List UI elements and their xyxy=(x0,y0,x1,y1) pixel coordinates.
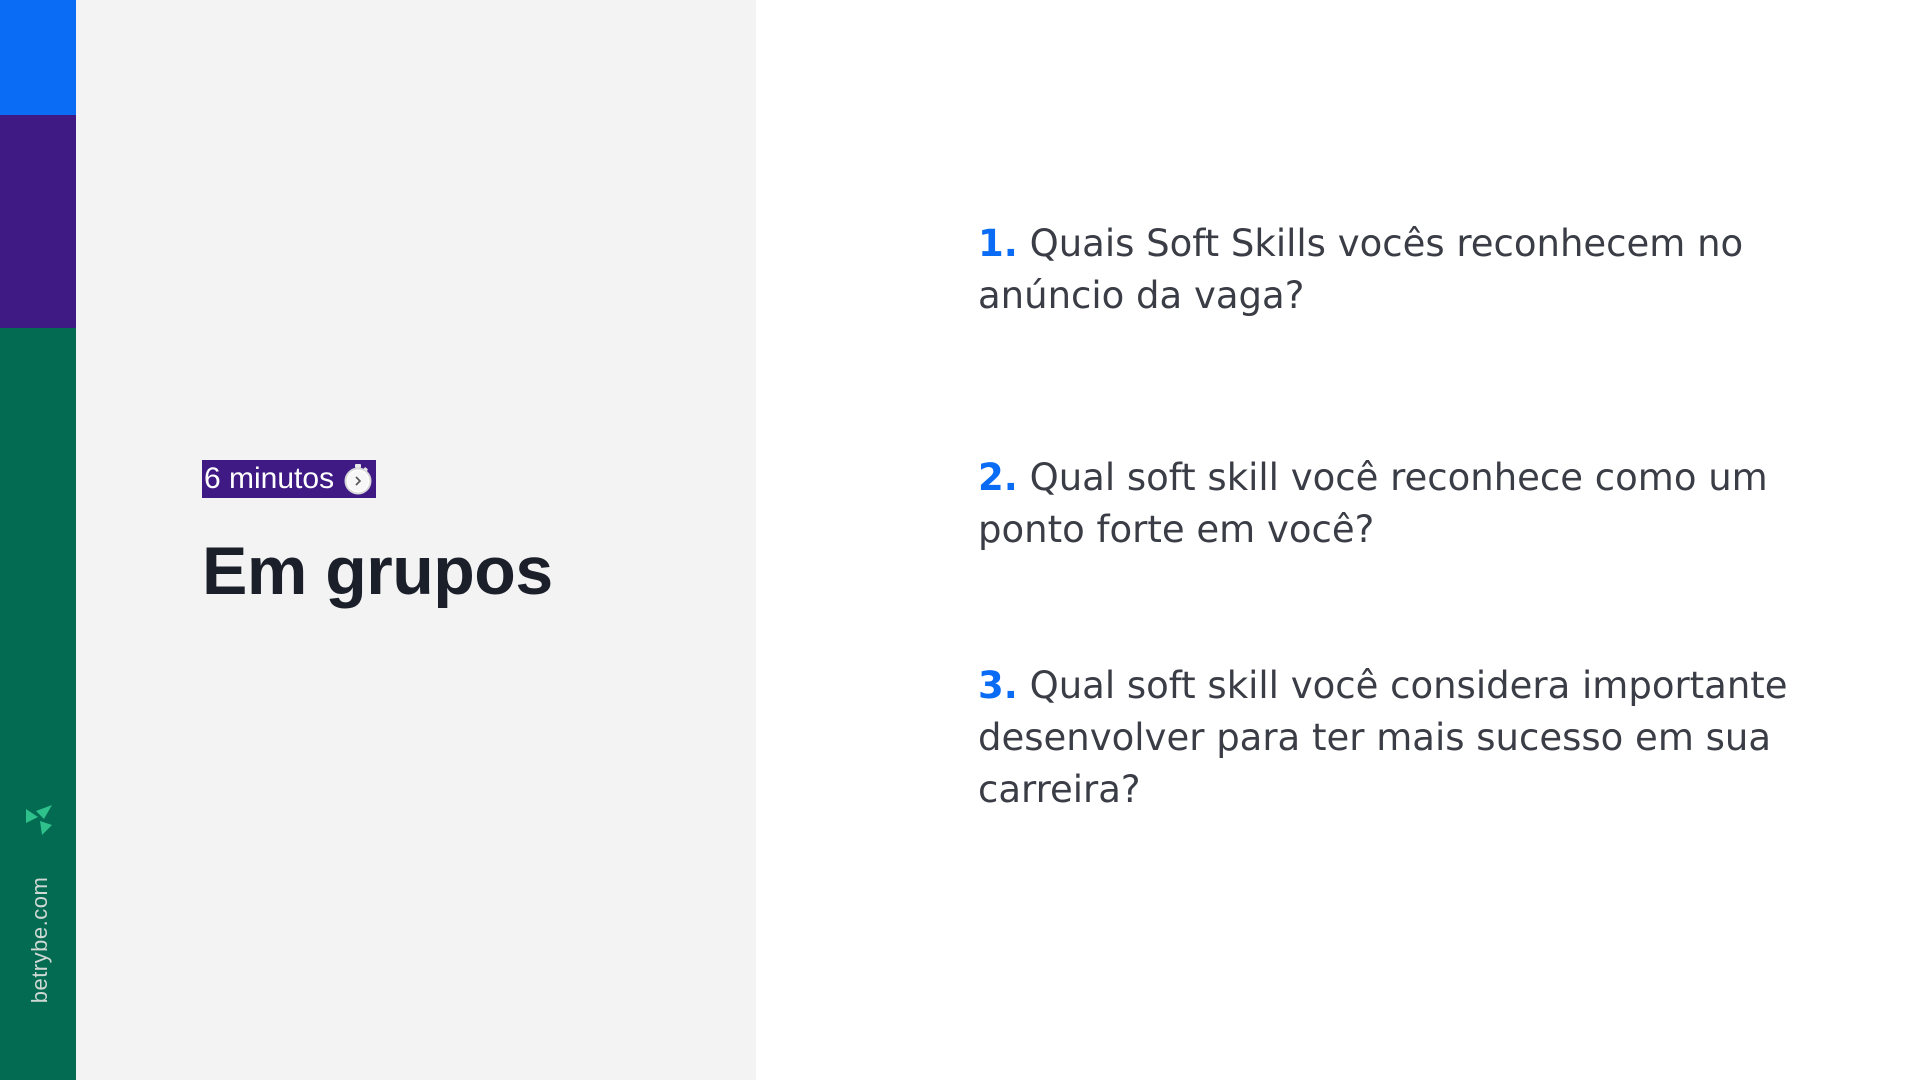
question-item: 3. Qual soft skill você considera import… xyxy=(978,660,1838,816)
question-text: Quais Soft Skills vocês reconhecem no an… xyxy=(978,222,1744,317)
slide: betrybe.com 6 minutos Em grupos 1. Quais… xyxy=(0,0,1920,1080)
question-item: 1. Quais Soft Skills vocês reconhecem no… xyxy=(978,218,1838,322)
brand-color-strip: betrybe.com xyxy=(0,0,76,1080)
timer-label: 6 minutos xyxy=(204,462,335,495)
question-number: 1. xyxy=(978,222,1018,265)
trybe-logo-icon xyxy=(26,805,52,835)
strip-purple-segment xyxy=(0,115,76,328)
page-title: Em grupos xyxy=(202,533,553,609)
question-text: Qual soft skill você reconhece como um p… xyxy=(978,456,1768,551)
question-number: 2. xyxy=(978,456,1018,499)
timer-badge: 6 minutos xyxy=(202,460,377,498)
question-item: 2. Qual soft skill você reconhece como u… xyxy=(978,452,1838,556)
strip-blue-segment xyxy=(0,0,76,115)
stopwatch-icon xyxy=(344,464,372,495)
question-number: 3. xyxy=(978,664,1018,707)
question-text: Qual soft skill você considera important… xyxy=(978,664,1788,811)
brand-url: betrybe.com xyxy=(27,876,52,1004)
